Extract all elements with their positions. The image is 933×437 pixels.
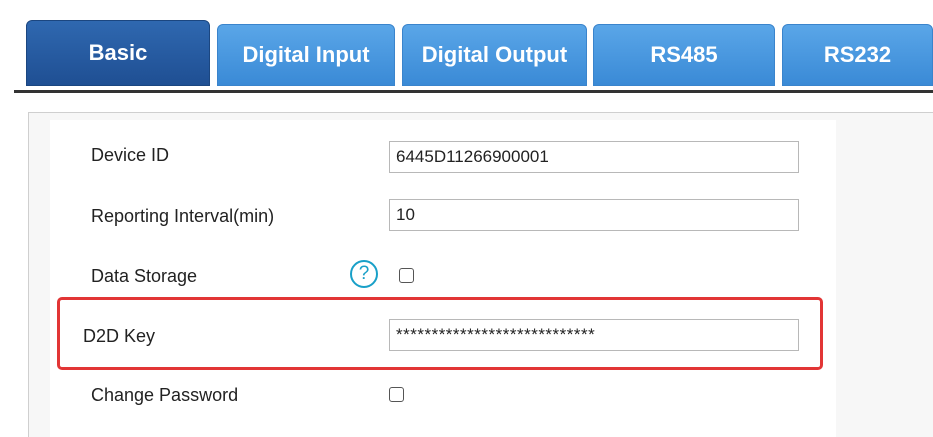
tab-divider: [14, 90, 933, 93]
tab-digital-output[interactable]: Digital Output: [402, 24, 587, 86]
help-icon[interactable]: ?: [350, 260, 378, 288]
tab-rs232[interactable]: RS232: [782, 24, 933, 86]
device-id-field[interactable]: 6445D11266900001: [389, 141, 799, 173]
d2d-key-label: D2D Key: [83, 326, 156, 346]
device-id-label: Device ID: [91, 145, 170, 165]
tab-basic[interactable]: Basic: [26, 20, 210, 86]
change-password-label: Change Password: [91, 385, 239, 405]
tab-digital-input[interactable]: Digital Input: [217, 24, 395, 86]
reporting-interval-label: Reporting Interval(min): [91, 206, 275, 226]
change-password-checkbox[interactable]: [389, 387, 404, 402]
reporting-interval-field[interactable]: 10: [389, 199, 799, 231]
data-storage-checkbox[interactable]: [399, 268, 414, 283]
settings-page: Basic Digital Input Digital Output RS485…: [0, 0, 933, 437]
d2d-key-field[interactable]: ****************************: [389, 319, 799, 351]
tab-bar: Basic Digital Input Digital Output RS485…: [0, 0, 933, 93]
data-storage-label: Data Storage: [91, 266, 198, 286]
tab-rs485[interactable]: RS485: [593, 24, 775, 86]
